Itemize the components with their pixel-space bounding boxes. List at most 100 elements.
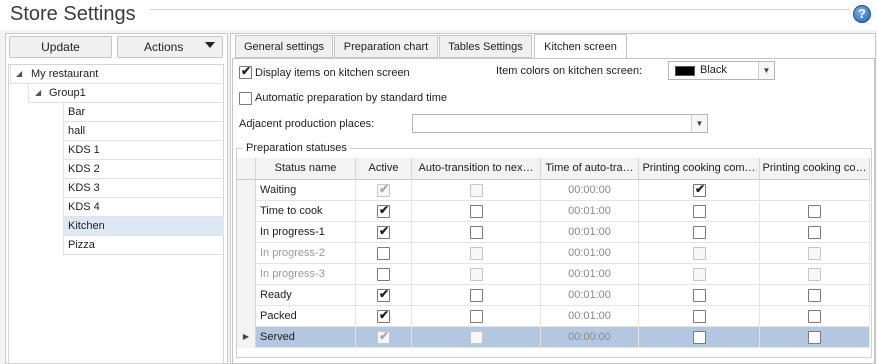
active-checkbox: ✔	[377, 329, 390, 344]
chevron-down-icon[interactable]: ▼	[691, 115, 707, 132]
printing-cooking-checkbox-1	[693, 268, 706, 281]
row-indicator	[237, 306, 256, 327]
tree-item[interactable]: Bar	[63, 103, 224, 122]
table-row[interactable]: Waiting ✔ 00:00:00 ✔	[237, 180, 870, 201]
status-name-cell: Packed	[256, 306, 356, 327]
expand-arrow-icon[interactable]: ◢	[16, 65, 22, 83]
table-row[interactable]: Time to cook ✔ 00:01:00	[237, 201, 870, 222]
active-checkbox[interactable]	[377, 268, 390, 281]
tree-item[interactable]: KDS 4	[63, 198, 224, 217]
preparation-statuses-title: Preparation statuses	[243, 142, 350, 154]
table-row[interactable]: Packed ✔ 00:01:00	[237, 306, 870, 327]
status-name-cell: Ready	[256, 285, 356, 306]
tree-item-label: Bar	[68, 106, 86, 118]
auto-transition-checkbox	[470, 331, 483, 344]
tree-item-label: My restaurant	[31, 68, 99, 80]
tab-preparation-chart[interactable]: Preparation chart	[334, 35, 438, 58]
row-indicator	[237, 285, 256, 306]
auto-transition-checkbox	[470, 247, 483, 260]
printing-cooking-checkbox-2[interactable]	[808, 226, 821, 239]
chevron-down-icon[interactable]: ▼	[758, 62, 774, 79]
printing-cooking-checkbox-2[interactable]	[808, 205, 821, 218]
tree-item[interactable]: KDS 3	[63, 179, 224, 198]
row-indicator: ▶	[237, 327, 256, 348]
auto-transition-checkbox[interactable]	[470, 289, 483, 302]
printing-cooking-checkbox-1[interactable]	[693, 205, 706, 218]
auto-time-cell: 00:01:00	[541, 264, 639, 285]
active-header[interactable]: Active	[356, 158, 412, 180]
auto-transition-checkbox[interactable]	[470, 226, 483, 239]
tree-item-label: Pizza	[68, 239, 95, 251]
tab-general-settings[interactable]: General settings	[235, 35, 333, 58]
row-indicator	[237, 180, 256, 201]
table-row[interactable]: Ready ✔ 00:01:00	[237, 285, 870, 306]
tree-item[interactable]: Pizza	[63, 236, 224, 255]
printing-cooking-checkbox-2[interactable]	[808, 310, 821, 323]
help-icon[interactable]: ?	[853, 5, 871, 23]
color-swatch	[675, 66, 695, 76]
display-items-checkbox[interactable]: ✔	[239, 64, 252, 79]
printing-cooking-checkbox-1[interactable]	[693, 331, 706, 344]
status-name-header[interactable]: Status name	[256, 158, 356, 180]
grid-cell	[760, 180, 870, 201]
check-icon: ✔	[695, 182, 706, 196]
auto-time-cell: 00:00:00	[541, 180, 639, 201]
auto-transition-checkbox[interactable]	[470, 310, 483, 323]
tree-item[interactable]: Kitchen	[63, 217, 224, 236]
printing-cooking-checkbox-2[interactable]	[808, 289, 821, 302]
printing-cooking-header-1[interactable]: Printing cooking com…	[639, 158, 760, 180]
store-tree: My restaurant ◢ Group1 ◢ Bar hall KDS 1 KDS 2 KD…	[8, 64, 224, 364]
tree-item-label: Kitchen	[68, 220, 105, 232]
adjacent-places-select[interactable]: ▼	[412, 114, 708, 133]
item-color-select[interactable]: Black ▼	[668, 61, 775, 80]
printing-cooking-checkbox-1	[693, 247, 706, 260]
auto-transition-header[interactable]: Auto-transition to nex…	[412, 158, 541, 180]
active-checkbox[interactable]: ✔	[377, 203, 390, 218]
printing-cooking-checkbox-2[interactable]	[808, 331, 821, 344]
auto-time-cell: 00:01:00	[541, 243, 639, 264]
printing-cooking-checkbox-2	[808, 268, 821, 281]
tree-item[interactable]: Group1 ◢	[28, 84, 224, 103]
active-checkbox[interactable]: ✔	[377, 287, 390, 302]
status-name-cell: In progress-1	[256, 222, 356, 243]
tab-tables-settings[interactable]: Tables Settings	[439, 35, 532, 58]
auto-transition-checkbox[interactable]	[470, 205, 483, 218]
auto-time-cell: 00:01:00	[541, 285, 639, 306]
table-row[interactable]: In progress-1 ✔ 00:01:00	[237, 222, 870, 243]
active-checkbox: ✔	[377, 182, 390, 197]
check-icon: ✔	[241, 64, 252, 78]
active-checkbox[interactable]	[377, 247, 390, 260]
tree-item[interactable]: KDS 1	[63, 141, 224, 160]
printing-cooking-header-2[interactable]: Printing cooking co…	[760, 158, 870, 180]
auto-time-cell: 00:01:00	[541, 201, 639, 222]
tree-item-label: KDS 1	[68, 144, 100, 156]
printing-cooking-checkbox-1[interactable]	[693, 226, 706, 239]
table-row[interactable]: In progress-2 00:01:00	[237, 243, 870, 264]
display-items-label: Display items on kitchen screen	[255, 67, 410, 79]
auto-transition-checkbox	[470, 268, 483, 281]
active-checkbox[interactable]: ✔	[377, 224, 390, 239]
expand-arrow-icon[interactable]: ◢	[35, 84, 41, 102]
tree-item[interactable]: My restaurant ◢	[10, 65, 224, 84]
table-row[interactable]: In progress-3 00:01:00	[237, 264, 870, 285]
tree-item[interactable]: hall	[63, 122, 224, 141]
auto-prep-checkbox[interactable]	[239, 92, 252, 105]
printing-cooking-checkbox-1[interactable]	[693, 310, 706, 323]
printing-cooking-checkbox-1[interactable]	[693, 289, 706, 302]
tree-item[interactable]: KDS 2	[63, 160, 224, 179]
check-icon: ✔	[379, 182, 390, 196]
table-row[interactable]: ▶ Served ✔ 00:00:00	[237, 327, 870, 348]
row-indicator	[237, 243, 256, 264]
tree-item-label: KDS 2	[68, 163, 100, 175]
printing-cooking-checkbox-1[interactable]: ✔	[693, 182, 706, 197]
active-checkbox[interactable]: ✔	[377, 308, 390, 323]
actions-button[interactable]: Actions	[117, 36, 223, 58]
tab-kitchen-screen[interactable]: Kitchen screen	[534, 34, 627, 59]
auto-transition-checkbox	[470, 184, 483, 197]
title-divider	[150, 9, 850, 10]
check-icon: ✔	[379, 329, 390, 343]
update-button[interactable]: Update	[9, 36, 112, 58]
tree-item-label: KDS 3	[68, 182, 100, 194]
check-icon: ✔	[379, 203, 390, 217]
auto-time-header[interactable]: Time of auto-tra…	[541, 158, 639, 180]
